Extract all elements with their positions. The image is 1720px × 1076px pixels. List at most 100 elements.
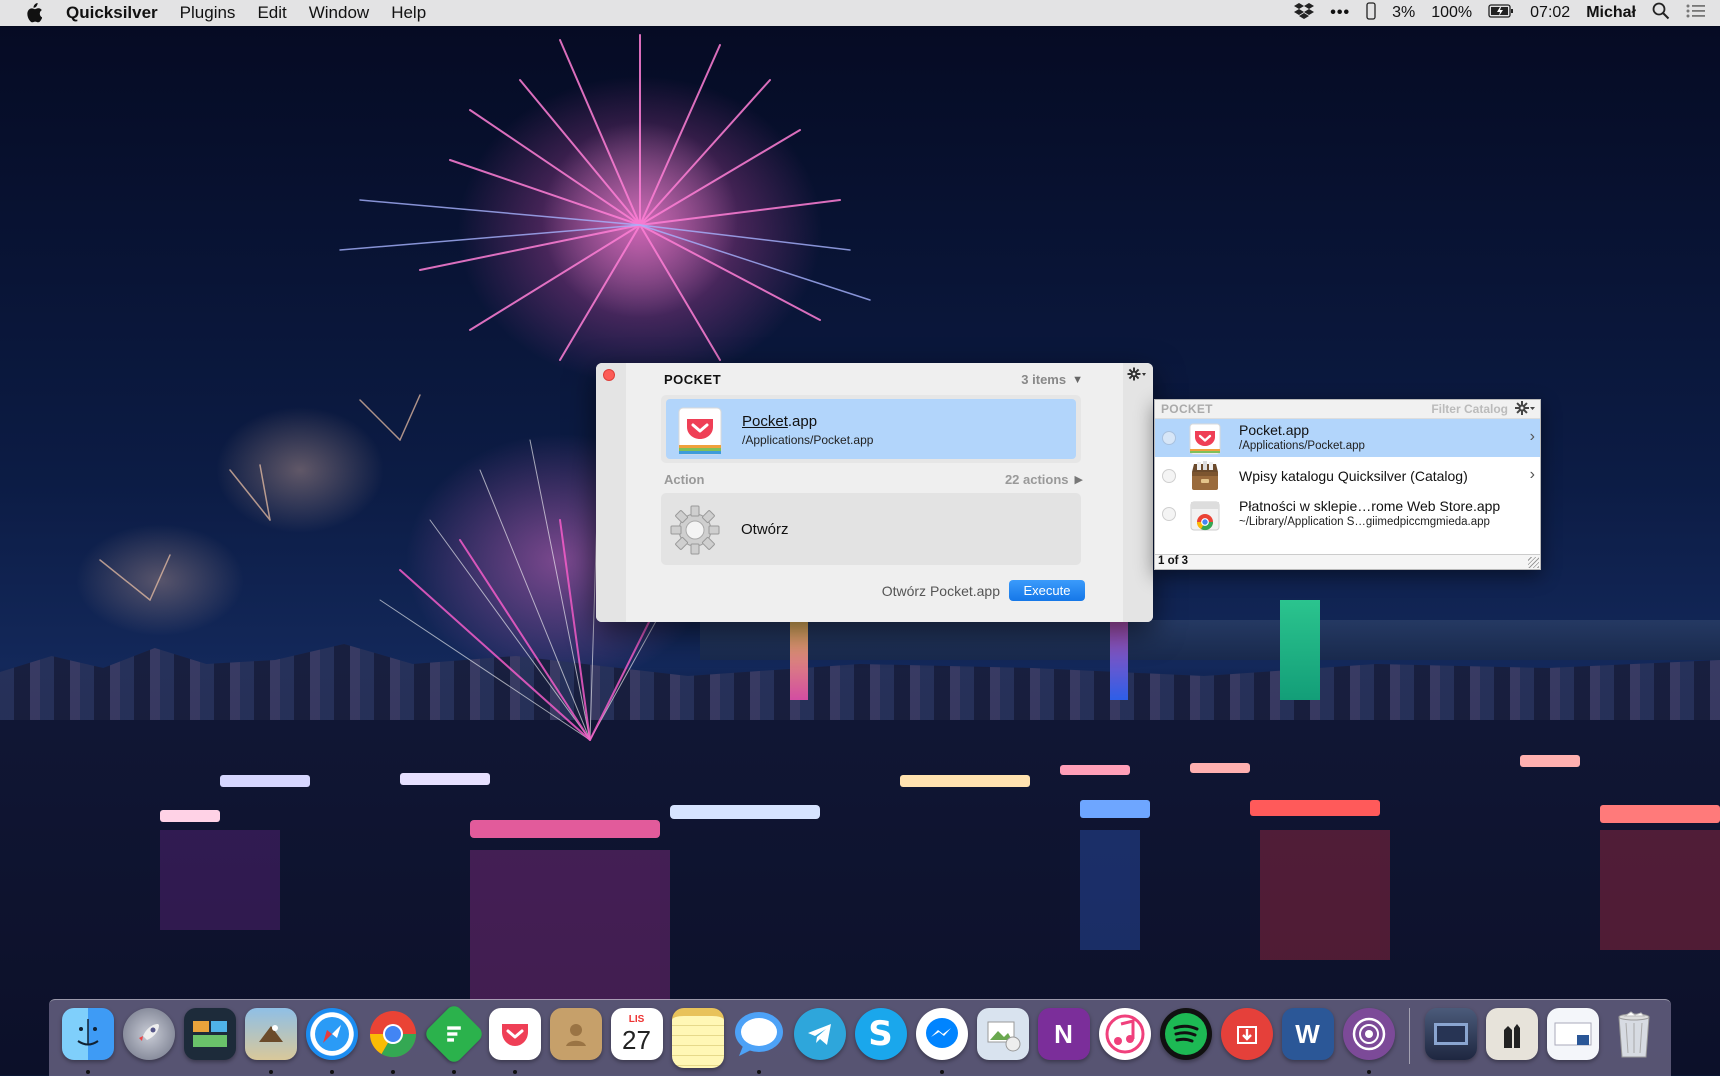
dock-transmit[interactable] — [1216, 1008, 1277, 1066]
result-row[interactable]: Wpisy katalogu Quicksilver (Catalog) › — [1155, 457, 1540, 495]
object-name-match: Pocket — [742, 413, 788, 430]
object-path: /Applications/Pocket.app — [742, 433, 874, 447]
dock-messages[interactable] — [728, 1008, 789, 1074]
actions-count-label: 22 actions — [1004, 472, 1069, 487]
user-name[interactable]: Michał — [1586, 4, 1636, 22]
action-name: Otwórz — [741, 521, 789, 538]
dock-documents-stack[interactable] — [1481, 1008, 1542, 1066]
dock-skype[interactable]: S — [850, 1008, 911, 1066]
resize-handle[interactable] — [1528, 557, 1539, 568]
dock-notes[interactable] — [667, 1008, 728, 1068]
chrome-app-icon — [1188, 498, 1222, 532]
object-selection: Pocket.app /Applications/Pocket.app — [666, 399, 1076, 459]
battery-icon[interactable] — [1488, 3, 1514, 23]
items-count-label: 3 items — [1021, 372, 1067, 387]
dock-feedly[interactable] — [422, 1002, 485, 1074]
dock-word-doc-stack[interactable] — [1542, 1008, 1603, 1066]
running-indicator — [268, 1070, 273, 1074]
execute-button[interactable]: Execute — [1009, 580, 1085, 601]
mail-eagle-icon — [244, 1008, 297, 1060]
dock-items: LIS 27 S N W — [57, 1002, 1664, 1074]
running-indicator — [1366, 1070, 1371, 1074]
results-title: POCKET — [1161, 402, 1213, 416]
itunes-note-icon — [1098, 1008, 1151, 1060]
safari-compass-icon — [305, 1008, 358, 1060]
panel-title: POCKET — [664, 372, 722, 387]
dock-calendar[interactable]: LIS 27 — [606, 1008, 667, 1066]
dock-word[interactable]: W — [1277, 1008, 1338, 1066]
dropbox-icon[interactable] — [1294, 2, 1315, 25]
action-label: Action — [664, 472, 705, 487]
dock-finder[interactable] — [57, 1008, 118, 1074]
calendar-day: 27 — [622, 1025, 651, 1055]
result-row[interactable]: Płatności w sklepie…rome Web Store.app ~… — [1155, 495, 1540, 533]
dock-chrome[interactable] — [362, 1008, 423, 1074]
notes-icon — [671, 1008, 724, 1068]
results-list-panel: POCKET Filter Catalog Pocket.app /Applic… — [1154, 399, 1541, 570]
menu-help[interactable]: Help — [391, 3, 426, 23]
dock-separator — [1409, 1008, 1410, 1064]
dock-telegram[interactable] — [789, 1008, 850, 1066]
word-icon: W — [1281, 1008, 1334, 1060]
tor-onion-icon — [1342, 1008, 1395, 1060]
gear-menu-icon[interactable] — [1127, 367, 1147, 381]
notification-center-icon[interactable] — [1686, 3, 1706, 24]
result-row[interactable]: Pocket.app /Applications/Pocket.app › — [1155, 419, 1540, 457]
messages-bubble-icon — [733, 1008, 785, 1060]
close-button[interactable] — [603, 369, 615, 381]
dock-downloads-stack[interactable] — [1420, 1008, 1481, 1066]
triangle-down-icon: ▼ — [1072, 373, 1083, 386]
dock-contacts[interactable] — [545, 1008, 606, 1066]
onenote-icon: N — [1037, 1008, 1090, 1060]
running-indicator — [85, 1070, 90, 1074]
chrome-icon — [367, 1008, 419, 1060]
dock-messenger[interactable] — [911, 1008, 972, 1074]
dock-preview[interactable] — [972, 1008, 1033, 1066]
results-footer: 1 of 3 — [1155, 554, 1540, 569]
dock-itunes[interactable] — [1094, 1008, 1155, 1066]
running-indicator — [451, 1070, 456, 1074]
result-name: Wpisy katalogu Quicksilver (Catalog) — [1239, 468, 1468, 484]
documents-stack-icon — [1485, 1008, 1538, 1060]
dock-mission-control[interactable] — [179, 1008, 240, 1066]
spotlight-search-icon[interactable] — [1652, 2, 1670, 25]
menu-app-name[interactable]: Quicksilver — [66, 3, 158, 23]
running-indicator — [512, 1070, 517, 1074]
more-dots-icon[interactable]: ••• — [1330, 4, 1350, 22]
actions-count[interactable]: 22 actions ▶ — [1005, 472, 1083, 487]
items-count[interactable]: 3 items ▼ — [1021, 372, 1083, 387]
menu-plugins[interactable]: Plugins — [180, 3, 236, 23]
action-pane[interactable]: Otwórz — [661, 493, 1081, 565]
dock-pocket[interactable] — [484, 1008, 545, 1074]
dock-trash[interactable] — [1603, 1008, 1664, 1066]
download-box-icon — [1220, 1008, 1273, 1060]
running-indicator — [939, 1070, 944, 1074]
dock-tor-browser[interactable] — [1338, 1008, 1399, 1074]
pocket-icon — [1188, 422, 1222, 456]
row-indicator — [1162, 507, 1176, 521]
menu-edit[interactable]: Edit — [257, 3, 286, 23]
gear-menu-icon[interactable] — [1514, 400, 1536, 419]
preview-photos-icon — [976, 1008, 1029, 1060]
menu-window[interactable]: Window — [309, 3, 369, 23]
dock-launchpad[interactable] — [118, 1008, 179, 1066]
filter-catalog-button[interactable]: Filter Catalog — [1431, 402, 1508, 416]
dock-onenote[interactable]: N — [1033, 1008, 1094, 1066]
finder-icon — [61, 1008, 114, 1060]
pocket-icon — [676, 405, 724, 457]
chevron-right-icon[interactable]: › — [1530, 428, 1535, 446]
result-path: /Applications/Pocket.app — [1239, 440, 1365, 452]
dock-spotify[interactable] — [1155, 1008, 1216, 1066]
clock[interactable]: 07:02 — [1530, 4, 1570, 22]
apple-menu-icon[interactable] — [24, 3, 44, 23]
results-header: POCKET Filter Catalog — [1155, 400, 1540, 419]
chevron-right-icon[interactable]: › — [1530, 466, 1535, 484]
dock-safari[interactable] — [301, 1008, 362, 1074]
panel-right-strip — [1123, 363, 1153, 622]
object-name-rest: .app — [787, 413, 818, 430]
dock-mail[interactable] — [240, 1008, 301, 1074]
word-document-icon — [1546, 1008, 1599, 1060]
object-pane[interactable]: Pocket.app /Applications/Pocket.app — [661, 395, 1081, 463]
phone-battery-icon[interactable] — [1366, 1, 1376, 25]
running-indicator — [329, 1070, 334, 1074]
